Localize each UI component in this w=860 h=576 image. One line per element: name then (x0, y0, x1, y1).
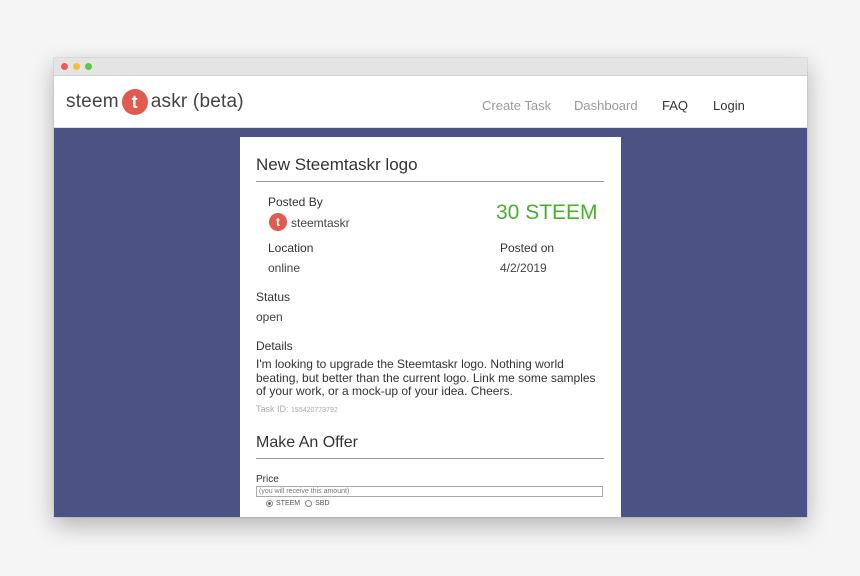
nav-faq[interactable]: FAQ (662, 98, 688, 113)
task-title: New Steemtaskr logo (256, 155, 418, 174)
nav-login[interactable]: Login (713, 98, 745, 113)
price-label: Price (256, 474, 279, 485)
brand-prefix: steem (66, 91, 119, 112)
top-navbar: steem t askr (beta) Create Task Dashboar… (54, 76, 807, 128)
title-divider (256, 181, 604, 182)
details-label: Details (256, 339, 293, 353)
minimize-window-button[interactable] (73, 63, 80, 70)
status-value: open (256, 310, 283, 324)
window-titlebar (54, 58, 807, 76)
task-card: New Steemtaskr logo Posted By t steemtas… (240, 137, 621, 517)
currency-radio-steem[interactable] (266, 500, 273, 507)
posted-on-value: 4/2/2019 (500, 261, 547, 275)
details-text: I'm looking to upgrade the Steemtaskr lo… (256, 357, 596, 398)
nav-dashboard[interactable]: Dashboard (574, 98, 638, 113)
posted-by-label: Posted By (268, 195, 323, 209)
browser-window: steem t askr (beta) Create Task Dashboar… (54, 58, 807, 517)
location-value: online (268, 261, 301, 275)
offer-divider (256, 458, 604, 459)
location-label: Location (268, 241, 314, 255)
author-name[interactable]: steemtaskr (291, 216, 350, 230)
currency-label-steem: STEEM (276, 500, 301, 507)
brand-logo[interactable]: steem t askr (beta) (66, 89, 244, 115)
author-avatar: t (269, 213, 287, 231)
nav-create-task[interactable]: Create Task (482, 98, 551, 113)
brand-suffix: askr (beta) (150, 91, 244, 112)
maximize-window-button[interactable] (85, 63, 92, 70)
offer-title: Make An Offer (256, 434, 358, 451)
price-input[interactable]: (you will receive this amount) (256, 486, 603, 497)
close-window-button[interactable] (61, 63, 68, 70)
task-reward: 30 STEEM (496, 201, 598, 224)
currency-radio-sbd[interactable] (305, 500, 313, 507)
posted-on-label: Posted on (500, 241, 555, 255)
task-id-value: 155420773792 (291, 407, 338, 414)
task-id: Task ID: 155420773792 (256, 404, 338, 414)
task-id-label: Task ID: (256, 404, 289, 414)
brand-logo-icon: t (121, 89, 148, 115)
currency-label-sbd: SBD (315, 500, 330, 507)
status-label: Status (256, 290, 291, 304)
currency-selector: STEEM SBD (266, 500, 335, 507)
